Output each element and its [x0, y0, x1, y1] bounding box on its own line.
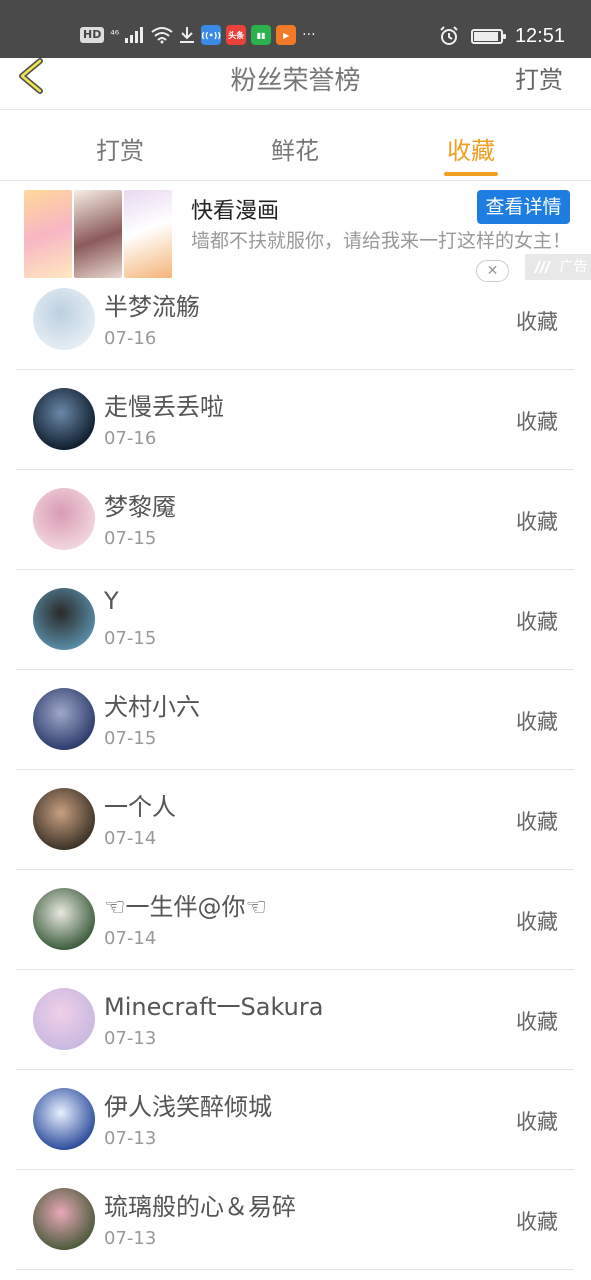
ad-image [24, 190, 172, 278]
avatar[interactable] [33, 788, 95, 850]
more-notifications-icon: ··· [302, 27, 316, 43]
book-app-icon: ▮▮ [251, 25, 272, 45]
action-label: 收藏 [516, 1010, 558, 1034]
fan-date: 07-14 [104, 928, 157, 949]
action-label: 收藏 [516, 910, 558, 934]
network-type: ⁴⁶ [110, 28, 120, 41]
action-label: 收藏 [516, 310, 558, 334]
app-header: 粉丝荣誉榜 打赏 [0, 58, 591, 110]
fan-list: 半梦流觞 07-16 收藏 走慢丢丢啦 07-16 收藏 梦黎魇 07-15 收藏 Y 07-15 收… [0, 270, 591, 1270]
list-item[interactable]: 走慢丢丢啦 07-16 收藏 [0, 370, 591, 470]
action-label: 收藏 [516, 810, 558, 834]
video-app-icon: ▶ [276, 25, 297, 45]
tab-reward[interactable]: 打赏 [60, 131, 180, 166]
ad-title: 快看漫画 [191, 199, 280, 224]
avatar[interactable] [33, 1188, 95, 1250]
fan-name[interactable]: 一个人 [104, 787, 176, 822]
action-label: 收藏 [516, 510, 558, 534]
ad-details-button[interactable]: 查看详情 [477, 190, 570, 224]
fan-date: 07-15 [104, 528, 157, 549]
fan-name[interactable]: Y [104, 587, 119, 615]
fan-name[interactable]: Minecraft一Sakura [104, 987, 323, 1022]
list-item[interactable]: 梦黎魇 07-15 收藏 [0, 470, 591, 570]
list-item[interactable]: Y 07-15 收藏 [0, 570, 591, 670]
clock: 12:51 [514, 24, 565, 47]
action-label: 收藏 [516, 1110, 558, 1134]
tab-favorites[interactable]: 收藏 [411, 131, 531, 166]
close-icon[interactable]: ✕ [476, 260, 509, 282]
fan-name[interactable]: 伊人浅笑醉倾城 [104, 1087, 272, 1122]
toutiao-app-icon: 头条 [226, 25, 247, 45]
status-bar: HD ⁴⁶ ((•)) 头条 ▮▮ ▶ ··· 12:51 [0, 0, 591, 58]
action-label: 收藏 [516, 610, 558, 634]
fan-name[interactable]: 琉璃般的心＆易碎 [104, 1187, 296, 1222]
active-tab-indicator [444, 172, 498, 176]
tab-flowers[interactable]: 鲜花 [235, 131, 355, 166]
battery-icon [470, 28, 506, 44]
fan-date: 07-14 [104, 828, 157, 849]
list-item[interactable]: 犬村小六 07-15 收藏 [0, 670, 591, 770]
avatar[interactable] [33, 988, 95, 1050]
avatar[interactable] [33, 488, 95, 550]
status-icons-right: 12:51 [439, 22, 565, 50]
avatar[interactable] [33, 888, 95, 950]
list-item[interactable]: Minecraft一Sakura 07-13 收藏 [0, 970, 591, 1070]
ad-tag: 广告 [525, 254, 591, 280]
alarm-icon [440, 26, 458, 45]
wifi-icon [151, 27, 173, 44]
avatar[interactable] [33, 1088, 95, 1150]
fan-date: 07-15 [104, 728, 157, 749]
fan-date: 07-16 [104, 428, 157, 449]
fan-date: 07-15 [104, 628, 157, 649]
download-icon [180, 27, 195, 43]
tab-bar: 打赏 鲜花 收藏 [0, 111, 591, 181]
fan-name[interactable]: ☜一生伴@你☜ [104, 887, 267, 922]
fan-name[interactable]: 走慢丢丢啦 [104, 387, 224, 422]
fan-name[interactable]: 犬村小六 [104, 687, 200, 722]
avatar[interactable] [33, 688, 95, 750]
list-item[interactable]: ☜一生伴@你☜ 07-14 收藏 [0, 870, 591, 970]
action-label: 收藏 [516, 1210, 558, 1234]
reward-button[interactable]: 打赏 [515, 60, 563, 95]
ad-tag-label: 广告 [559, 259, 588, 275]
hd-indicator: HD [80, 27, 105, 43]
list-item[interactable]: 一个人 07-14 收藏 [0, 770, 591, 870]
row-divider [16, 1269, 574, 1270]
avatar[interactable] [33, 288, 95, 350]
ad-logo-icon [534, 260, 551, 274]
action-label: 收藏 [516, 410, 558, 434]
fan-name[interactable]: 梦黎魇 [104, 487, 176, 522]
fan-date: 07-16 [104, 328, 157, 349]
signal-icon [125, 27, 144, 43]
fan-date: 07-13 [104, 1128, 157, 1149]
wifi-assist-app-icon: ((•)) [201, 25, 222, 45]
fan-date: 07-13 [104, 1228, 157, 1249]
avatar[interactable] [33, 388, 95, 450]
fan-name[interactable]: 半梦流觞 [104, 287, 200, 322]
page-title: 粉丝荣誉榜 [230, 66, 361, 96]
list-item[interactable]: 琉璃般的心＆易碎 07-13 收藏 [0, 1170, 591, 1270]
avatar[interactable] [33, 588, 95, 650]
list-item[interactable]: 半梦流觞 07-16 收藏 [0, 270, 591, 370]
fan-date: 07-13 [104, 1028, 157, 1049]
ad-description: 墙都不扶就服你，请给我来一打这样的女主！ [191, 230, 572, 252]
list-item[interactable]: 伊人浅笑醉倾城 07-13 收藏 [0, 1070, 591, 1170]
action-label: 收藏 [516, 710, 558, 734]
status-icons-left: HD ⁴⁶ ((•)) 头条 ▮▮ ▶ ··· [80, 22, 316, 48]
